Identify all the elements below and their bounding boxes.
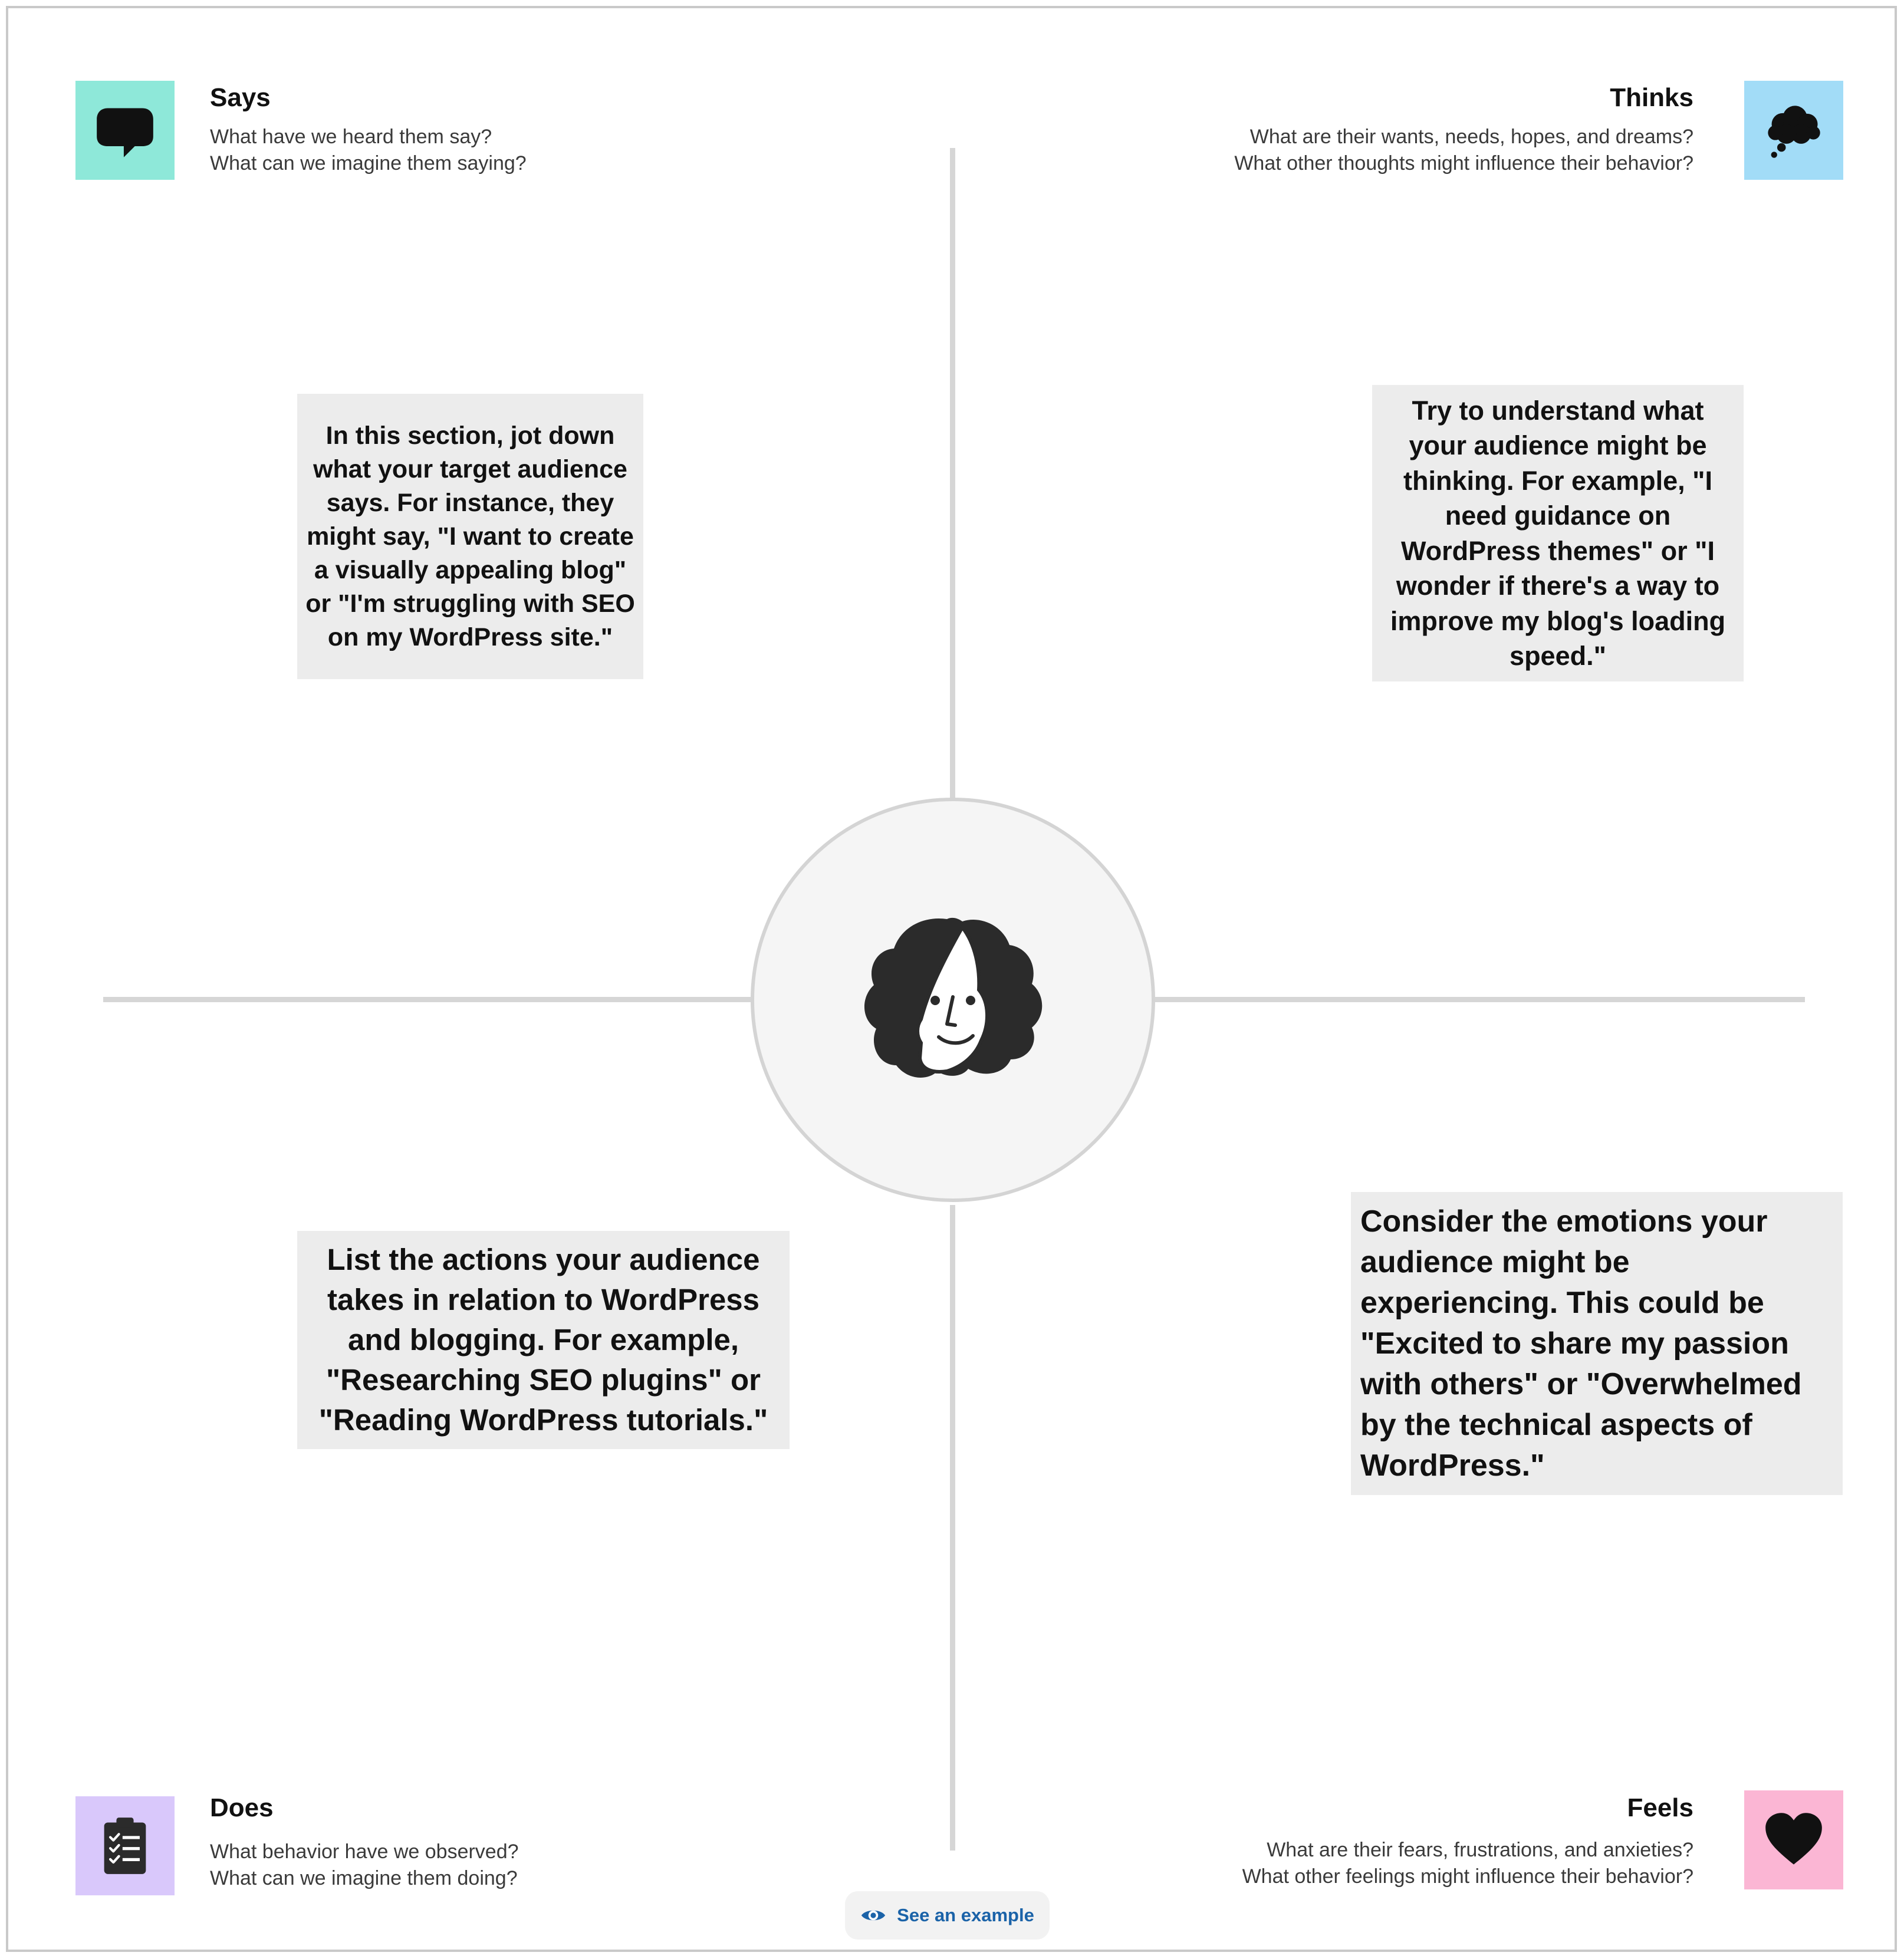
vertical-divider-bottom [950,1205,955,1851]
vertical-divider-top [950,148,955,800]
does-note[interactable]: List the actions your audience takes in … [297,1231,790,1449]
persona-face-icon [864,917,1043,1078]
says-icon-tile [75,81,175,180]
clipboard-checklist-icon [104,1818,146,1874]
feels-title: Feels [1627,1793,1693,1822]
does-prompt-2: What can we imagine them doing? [210,1867,518,1889]
feels-note[interactable]: Consider the emotions your audience migh… [1351,1192,1843,1495]
speech-bubble-icon [97,108,153,157]
feels-icon-tile [1744,1790,1843,1889]
thinks-prompt-1: What are their wants, needs, hopes, and … [1249,126,1693,148]
thought-cloud-icon [1768,106,1820,158]
thinks-prompts: What are their wants, needs, hopes, and … [986,124,1693,177]
horizontal-divider-right [1155,997,1805,1002]
does-note-text: List the actions your audience takes in … [318,1243,768,1437]
does-prompts: What behavior have we observed? What can… [210,1839,741,1892]
says-prompt-2: What can we imagine them saying? [210,152,527,175]
says-prompt-1: What have we heard them say? [210,126,492,148]
eye-icon [861,1910,886,1921]
feels-prompts: What are their fears, frustrations, and … [986,1837,1693,1890]
see-example-button[interactable]: See an example [845,1891,1050,1940]
thinks-note-text: Try to understand what your audience mig… [1390,395,1726,671]
heart-icon [1765,1813,1822,1865]
thinks-title: Thinks [1610,83,1693,112]
feels-prompt-2: What other feelings might influence thei… [1242,1865,1693,1888]
thinks-prompt-2: What other thoughts might influence thei… [1234,152,1693,175]
thinks-icon-tile [1744,81,1843,180]
says-note-text: In this section, jot down what your targ… [305,421,635,651]
empathy-map-board: Says What have we heard them say? What c… [6,6,1897,1952]
horizontal-divider-left [103,997,751,1002]
persona-circle [751,798,1155,1202]
does-prompt-1: What behavior have we observed? [210,1841,519,1863]
says-title: Says [210,83,271,112]
see-example-label: See an example [897,1905,1034,1925]
thinks-note[interactable]: Try to understand what your audience mig… [1372,385,1744,681]
does-title: Does [210,1793,274,1822]
feels-note-text: Consider the emotions your audience migh… [1360,1204,1802,1483]
does-icon-tile [75,1796,175,1895]
says-prompts: What have we heard them say? What can we… [210,124,741,177]
says-note[interactable]: In this section, jot down what your targ… [297,394,643,679]
feels-prompt-1: What are their fears, frustrations, and … [1267,1839,1693,1861]
